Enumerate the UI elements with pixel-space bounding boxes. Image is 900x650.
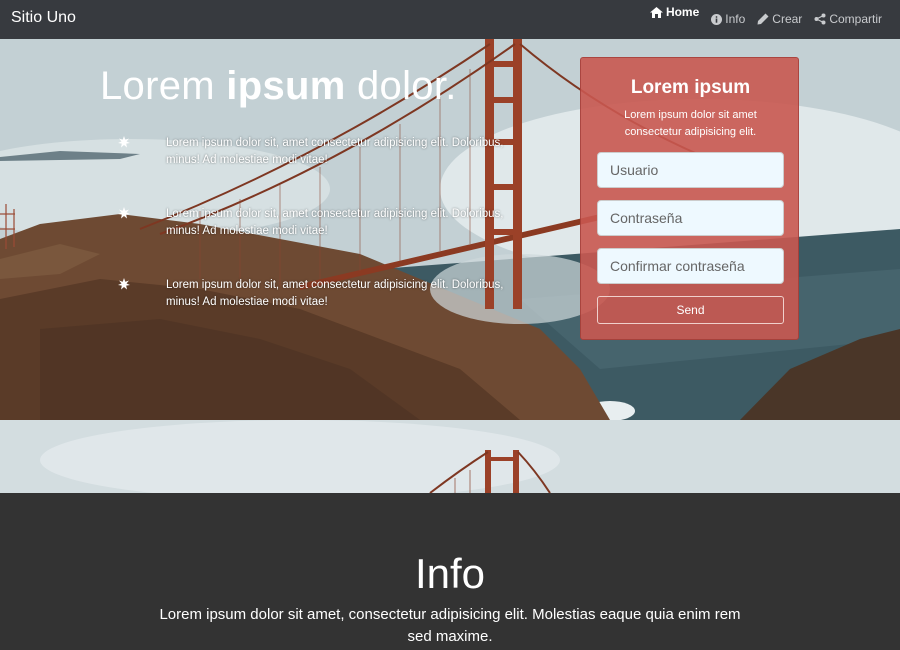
bridge-strip-image	[0, 420, 900, 493]
nav-home[interactable]: Home	[649, 5, 700, 19]
feature-text: Lorem ipsum dolor sit, amet consectetur …	[166, 208, 504, 237]
form-subtitle: Lorem ipsum dolor sit amet consectetur a…	[624, 109, 757, 138]
feature-text: Lorem ipsum dolor sit, amet consectetur …	[166, 137, 504, 166]
nav-compartir[interactable]: Compartir	[814, 12, 882, 26]
hero-title: Lorem ipsum dolor.	[100, 64, 457, 109]
burst-bullet-icon	[118, 278, 130, 290]
send-button[interactable]: Send	[597, 296, 784, 324]
burst-bullet-icon	[118, 136, 130, 148]
nav-crear-label: Crear	[772, 12, 803, 26]
form-title: Lorem ipsum	[630, 77, 751, 98]
password-input[interactable]	[597, 200, 784, 236]
nav-info[interactable]: Info	[711, 12, 745, 26]
info-text: Lorem ipsum dolor sit amet, consectetur …	[159, 606, 741, 645]
username-input[interactable]	[597, 152, 784, 188]
nav-info-label: Info	[725, 12, 746, 26]
info-icon	[711, 13, 723, 25]
parallax-image-strip	[0, 420, 900, 493]
info-title: Info	[414, 550, 486, 597]
nav-home-label: Home	[665, 5, 700, 19]
share-icon	[814, 13, 826, 25]
hero-title-bold: ipsum	[226, 64, 346, 108]
confirm-password-input[interactable]	[597, 248, 784, 284]
burst-bullet-icon	[118, 207, 130, 219]
hero-title-end: dolor.	[345, 64, 457, 108]
nav-crear[interactable]: Crear	[757, 12, 802, 26]
home-icon	[649, 6, 663, 18]
hero-section: Lorem ipsum dolor. Lorem ipsum dolor sit…	[0, 39, 900, 420]
info-section: Info Lorem ipsum dolor sit amet, consect…	[0, 493, 900, 650]
nav-compartir-label: Compartir	[829, 12, 882, 26]
navbar: Sitio Uno Home Info Crear Compartir	[0, 0, 900, 39]
nav-links: Home Info Crear Compartir	[638, 0, 882, 39]
signup-form-card: Lorem ipsum Lorem ipsum dolor sit amet c…	[580, 57, 799, 340]
brand[interactable]: Sitio Uno	[11, 9, 76, 27]
feature-text: Lorem ipsum dolor sit, amet consectetur …	[166, 279, 504, 308]
pencil-icon	[757, 13, 769, 25]
hero-title-light: Lorem	[100, 64, 227, 108]
